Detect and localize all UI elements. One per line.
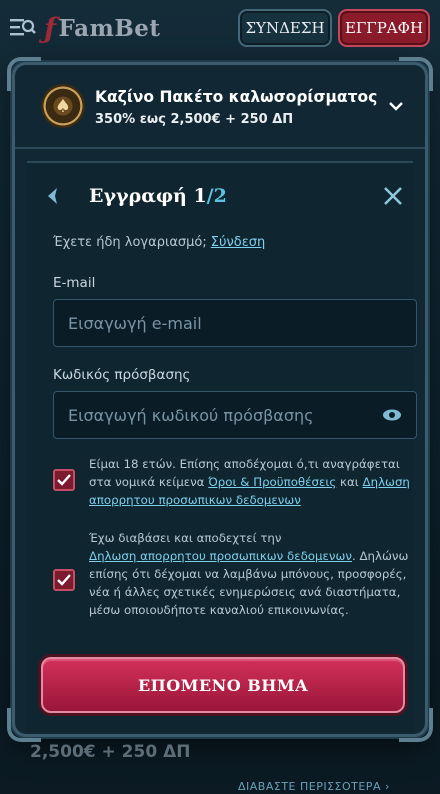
bonus-title: Καζίνο Πακέτο καλωσορίσματος	[95, 87, 378, 106]
age-terms-consent: Είμαι 18 ετών. Επίσης αποδέχομαι ό,τι αν…	[53, 455, 413, 509]
login-link[interactable]: Σύνδεση	[211, 235, 265, 250]
age-terms-text: Είμαι 18 ετών. Επίσης αποδέχομαι ό,τι αν…	[89, 455, 413, 509]
terms-link[interactable]: Όροι & Προϋποθέσεις	[208, 475, 336, 489]
consent1-and: και	[340, 475, 359, 489]
password-label: Κωδικός πρόσβασης	[53, 367, 191, 383]
eye-icon[interactable]	[382, 407, 402, 423]
registration-modal: ♠ Καζίνο Πακέτο καλωσορίσματος 350% εως …	[7, 57, 433, 742]
chevron-down-icon[interactable]	[385, 95, 407, 117]
back-arrow-icon[interactable]	[43, 185, 65, 207]
have-account-label: Έχετε ήδη λογαριασμό;	[53, 235, 207, 250]
logo-text: FamBet	[58, 14, 161, 42]
login-button[interactable]: ΣΥΝΔΕΣΗ	[238, 9, 332, 47]
email-label: E-mail	[53, 275, 96, 291]
password-field[interactable]: Εισαγωγή κωδικού πρόσβασης	[53, 391, 417, 439]
form-title-sep: /	[206, 185, 214, 207]
email-placeholder: Εισαγωγή e-mail	[68, 313, 202, 333]
logo-mark-icon: ƒ	[44, 11, 57, 45]
casino-chip-icon: ♠	[41, 84, 85, 128]
email-field[interactable]: Εισαγωγή e-mail	[53, 299, 417, 347]
registration-form: Εγγραφή 1/2 Έχετε ήδη λογαριασμό; Σύνδεση…	[27, 161, 417, 732]
read-more-link[interactable]: ΔΙΑΒΑΣΤΕ ΠΕΡΙΣΣΟΤΕΡΑ ›	[238, 780, 390, 793]
register-button[interactable]: ΕΓΓΡΑΦΗ	[338, 9, 430, 47]
page: ƒ FamBet ΣΥΝΔΕΣΗ ΕΓΓΡΑΦΗ ♠ Καζίνο Πακέτο…	[0, 0, 440, 794]
marketing-checkbox[interactable]	[53, 569, 75, 591]
marketing-text: Έχω διαβάσει και αποδεχτεί την Δηλωση απ…	[89, 529, 413, 619]
menu-search-icon[interactable]	[8, 13, 38, 43]
have-account-text: Έχετε ήδη λογαριασμό; Σύνδεση	[53, 235, 265, 250]
bonus-subtitle: 350% εως 2,500€ + 250 ΔΠ	[95, 111, 294, 127]
age-terms-checkbox[interactable]	[53, 469, 75, 491]
consent2-text: Έχω διαβάσει και αποδεχτεί την	[89, 531, 282, 545]
fambet-logo[interactable]: ƒ FamBet	[44, 12, 161, 45]
password-placeholder: Εισαγωγή κωδικού πρόσβασης	[68, 405, 314, 425]
background-bonus-text: 2,500€ + 250 ΔΠ	[30, 742, 191, 762]
form-title-main: Εγγραφή 1	[89, 185, 207, 207]
form-title: Εγγραφή 1/2	[89, 185, 227, 207]
close-icon[interactable]	[382, 185, 404, 207]
marketing-consent: Έχω διαβάσει και αποδεχτεί την Δηλωση απ…	[53, 529, 413, 619]
next-step-button[interactable]: ΕΠΟΜΕΝΟ ΒΗΜΑ	[41, 657, 405, 713]
welcome-bonus-selector[interactable]: ♠ Καζίνο Πακέτο καλωσορίσματος 350% εως …	[15, 65, 425, 149]
form-title-total: 2	[213, 185, 227, 207]
privacy-link-2[interactable]: Δηλωση απορρητου προσωπικων δεδομενων	[89, 549, 352, 563]
